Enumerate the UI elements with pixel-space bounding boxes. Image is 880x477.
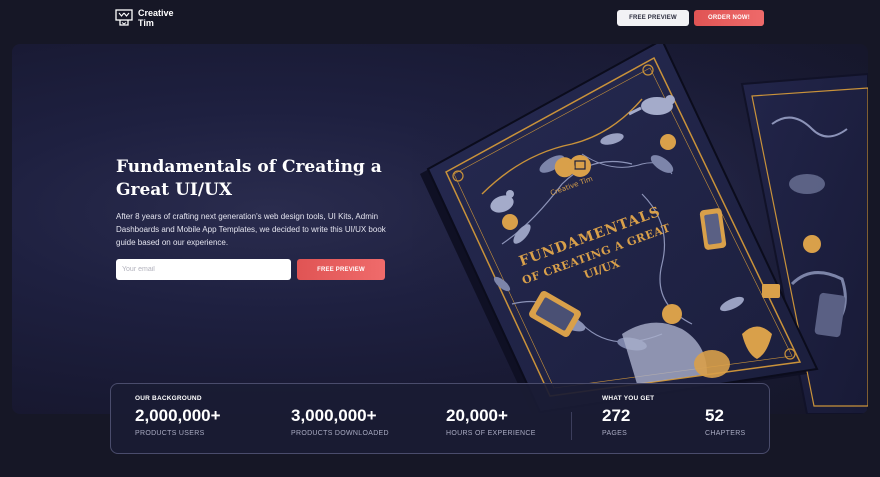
brand-name: Creative Tim	[138, 8, 174, 28]
stat-products-downloaded: 3,000,000+ PRODUCTS DOWNLOADED	[291, 406, 389, 437]
stats-divider	[571, 412, 572, 440]
stat-value: 20,000+	[446, 406, 508, 425]
email-input[interactable]	[116, 259, 291, 280]
hero-section: Creative Tim FUNDAMENTALS OF CREATING A …	[12, 44, 868, 414]
stat-caption: PAGES	[602, 430, 628, 437]
what-you-get-label: WHAT YOU GET	[602, 395, 655, 402]
stat-caption: PRODUCTS USERS	[135, 430, 205, 437]
stat-value: 52	[705, 406, 724, 425]
order-now-button[interactable]: ORDER NOW!	[694, 10, 764, 26]
stat-caption: CHAPTERS	[705, 430, 746, 437]
stat-hours-experience: 20,000+ HOURS OF EXPERIENCE	[446, 406, 536, 437]
hero-title: Fundamentals of Creating a Great UI/UX	[116, 157, 382, 200]
free-preview-hero-button[interactable]: FREE PREVIEW	[297, 259, 385, 280]
creative-tim-logo-icon	[115, 9, 133, 26]
stat-caption: PRODUCTS DOWNLOADED	[291, 430, 389, 437]
hero-description: After 8 years of crafting next generatio…	[116, 212, 386, 247]
brand-logo[interactable]: Creative Tim	[115, 8, 174, 28]
stat-product-users: 2,000,000+ PRODUCTS USERS	[135, 406, 221, 437]
stat-pages: 272 PAGES	[602, 406, 630, 437]
our-background-label: OUR BACKGROUND	[135, 395, 202, 402]
stat-value: 2,000,000+	[135, 406, 221, 425]
stat-value: 3,000,000+	[291, 406, 377, 425]
stat-caption: HOURS OF EXPERIENCE	[446, 430, 536, 437]
stat-chapters: 52 CHAPTERS	[705, 406, 746, 437]
free-preview-nav-button[interactable]: FREE PREVIEW	[617, 10, 689, 26]
brand-name-line2: Tim	[138, 18, 154, 28]
brand-name-line1: Creative	[138, 8, 174, 18]
stats-bar: OUR BACKGROUND WHAT YOU GET 2,000,000+ P…	[110, 383, 770, 454]
stat-value: 272	[602, 406, 631, 425]
top-nav: Creative Tim FREE PREVIEW ORDER NOW!	[0, 0, 880, 38]
book-cover-illustration: Creative Tim FUNDAMENTALS OF CREATING A …	[412, 44, 868, 414]
